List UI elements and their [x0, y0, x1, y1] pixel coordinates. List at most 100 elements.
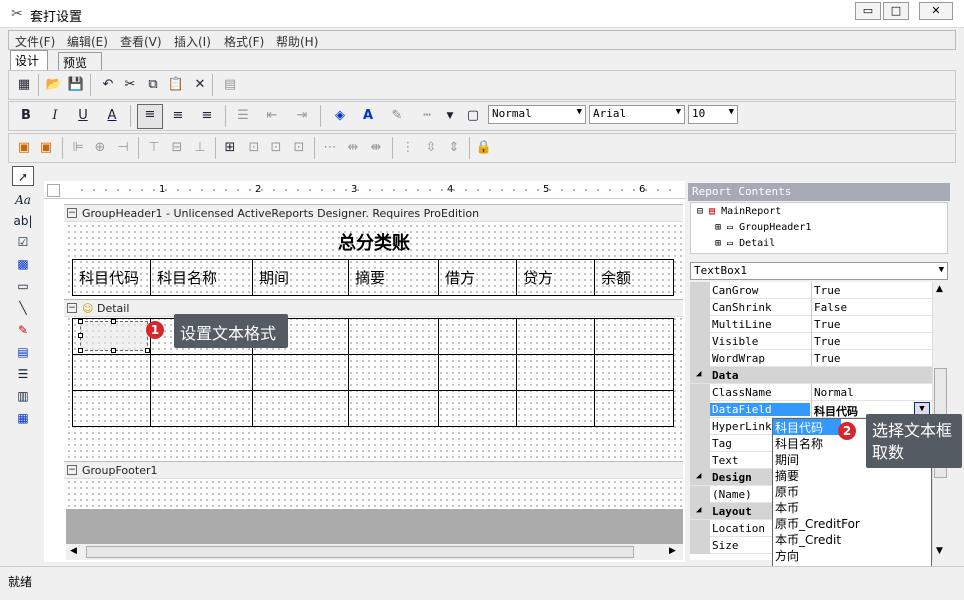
- bring-front-icon[interactable]: ▣: [14, 138, 34, 158]
- table-cell[interactable]: [594, 390, 674, 427]
- table-cell[interactable]: [72, 390, 151, 427]
- column-header[interactable]: 科目代码: [72, 259, 151, 296]
- property-row[interactable]: CanShrink False: [690, 299, 932, 316]
- resize-handle[interactable]: [78, 333, 83, 338]
- outdent-icon[interactable]: ⇤: [262, 106, 282, 126]
- scroll-left-icon[interactable]: ◀: [70, 546, 77, 556]
- hspace-dec-icon[interactable]: ⇼: [366, 138, 386, 158]
- table-cell[interactable]: [594, 318, 674, 355]
- table-cell[interactable]: [252, 354, 349, 391]
- italic-icon[interactable]: I: [45, 106, 65, 126]
- hspace-inc-icon[interactable]: ⇹: [343, 138, 363, 158]
- menu-format[interactable]: 格式(F): [224, 33, 264, 50]
- chart-tool-icon[interactable]: ▦: [12, 408, 34, 428]
- group-header-bar[interactable]: − GroupHeader1 - Unlicensed ActiveReports…: [64, 204, 683, 222]
- table-cell[interactable]: [150, 354, 253, 391]
- dropdown-option[interactable]: 原币: [775, 483, 799, 499]
- bullets-icon[interactable]: ☰: [233, 106, 253, 126]
- table-cell[interactable]: [438, 354, 517, 391]
- border-icon[interactable]: ▢: [463, 106, 483, 126]
- table-cell[interactable]: [348, 318, 439, 355]
- open-icon[interactable]: 📂: [44, 75, 64, 95]
- menu-view[interactable]: 查看(V): [120, 33, 162, 50]
- layers-icon[interactable]: ▤: [220, 75, 240, 95]
- undo-icon[interactable]: ↶: [98, 75, 118, 95]
- style-select[interactable]: Normal ▼: [488, 105, 586, 124]
- property-row[interactable]: Visible True: [690, 333, 932, 350]
- align-rights-icon[interactable]: ⊣: [113, 138, 133, 158]
- align-right-icon[interactable]: ≡: [197, 106, 217, 126]
- column-header[interactable]: 期间: [252, 259, 349, 296]
- pagebreak-tool-icon[interactable]: ☰: [12, 364, 34, 384]
- dropdown-option[interactable]: 本币_Credit: [775, 531, 841, 547]
- pointer-icon[interactable]: ➚: [12, 166, 34, 186]
- line-color-icon[interactable]: ✎: [387, 106, 407, 126]
- cut-icon[interactable]: ✂: [120, 75, 140, 95]
- column-header[interactable]: 贷方: [516, 259, 595, 296]
- resize-handle[interactable]: [78, 319, 83, 324]
- scroll-right-icon[interactable]: ▶: [669, 546, 676, 556]
- textbox-tool-icon[interactable]: ab|: [12, 211, 34, 231]
- group-footer-area[interactable]: [66, 479, 683, 509]
- vspace-inc-icon[interactable]: ⇳: [421, 138, 441, 158]
- table-cell[interactable]: [438, 318, 517, 355]
- size-to-grid-icon[interactable]: ⊞: [220, 138, 240, 158]
- table-cell[interactable]: [348, 354, 439, 391]
- align-tops-icon[interactable]: ⊤: [144, 138, 164, 158]
- property-row[interactable]: CanGrow True: [690, 282, 932, 299]
- table-cell[interactable]: [438, 390, 517, 427]
- vspace-dec-icon[interactable]: ⇕: [444, 138, 464, 158]
- property-row[interactable]: MultiLine True: [690, 316, 932, 333]
- subreport-tool-icon[interactable]: ▤: [12, 342, 34, 362]
- align-bottoms-icon[interactable]: ⊥: [190, 138, 210, 158]
- save-icon[interactable]: 💾: [66, 75, 86, 95]
- dropdown-option[interactable]: 方向: [775, 547, 799, 563]
- menu-edit[interactable]: 编辑(E): [67, 33, 108, 50]
- label-tool-icon[interactable]: Aa: [12, 190, 34, 210]
- property-category[interactable]: Data ◢: [690, 367, 932, 384]
- dropdown-option[interactable]: 本币: [775, 499, 799, 515]
- report-title[interactable]: 总分类账: [338, 229, 410, 255]
- tree-node[interactable]: ⊞ ▭ Detail: [715, 238, 775, 254]
- column-header[interactable]: 借方: [438, 259, 517, 296]
- align-left-icon[interactable]: ≡: [137, 104, 163, 129]
- fill-color-icon[interactable]: ◈: [330, 106, 350, 126]
- menu-file[interactable]: 文件(F): [15, 33, 55, 50]
- table-cell[interactable]: [516, 390, 595, 427]
- property-row[interactable]: WordWrap True: [690, 350, 932, 367]
- copy-icon[interactable]: ⧉: [143, 75, 163, 95]
- scroll-thumb[interactable]: [86, 546, 634, 558]
- text-color-icon[interactable]: A: [358, 106, 378, 126]
- resize-handle[interactable]: [78, 348, 83, 353]
- dropdown-option[interactable]: 科目代码: [773, 419, 841, 435]
- property-row[interactable]: ClassName Normal: [690, 384, 932, 401]
- shape-tool-icon[interactable]: ▭: [12, 276, 34, 296]
- table-cell[interactable]: [150, 390, 253, 427]
- column-header[interactable]: 科目名称: [150, 259, 253, 296]
- chevron-down-icon[interactable]: ▼: [440, 106, 460, 126]
- table-cell[interactable]: [72, 354, 151, 391]
- menu-insert[interactable]: 插入(I): [174, 33, 211, 50]
- barcode-tool-icon[interactable]: ▥: [12, 386, 34, 406]
- dropdown-option[interactable]: 摘要: [775, 467, 799, 483]
- minimize-button[interactable]: ▭: [855, 2, 881, 20]
- dropdown-option[interactable]: 原币_CreditFor: [775, 515, 860, 531]
- column-header[interactable]: 余额: [594, 259, 674, 296]
- paste-icon[interactable]: 📋: [166, 75, 186, 95]
- restore-button[interactable]: □: [883, 2, 909, 20]
- report-tree[interactable]: ⊟ ▤ MainReport ⊞ ▭ GroupHeader1 ⊞ ▭ Deta…: [690, 202, 948, 254]
- same-width-icon[interactable]: ⊡: [244, 138, 264, 158]
- dropdown-option[interactable]: 期间: [775, 451, 799, 467]
- font-select[interactable]: Arial ▼: [589, 105, 685, 124]
- lock-icon[interactable]: 🔒: [474, 138, 494, 158]
- align-center-icon[interactable]: ≡: [168, 106, 188, 126]
- same-height-icon[interactable]: ⊡: [266, 138, 286, 158]
- underline-icon[interactable]: U: [73, 106, 93, 126]
- resize-handle[interactable]: [111, 348, 116, 353]
- indent-icon[interactable]: ⇥: [292, 106, 312, 126]
- send-back-icon[interactable]: ▣: [36, 138, 56, 158]
- dropdown-option[interactable]: 科目名称: [775, 435, 823, 451]
- tree-node[interactable]: ⊞ ▭ GroupHeader1: [715, 222, 811, 238]
- column-header[interactable]: 摘要: [348, 259, 439, 296]
- align-centers-icon[interactable]: ⊕: [90, 138, 110, 158]
